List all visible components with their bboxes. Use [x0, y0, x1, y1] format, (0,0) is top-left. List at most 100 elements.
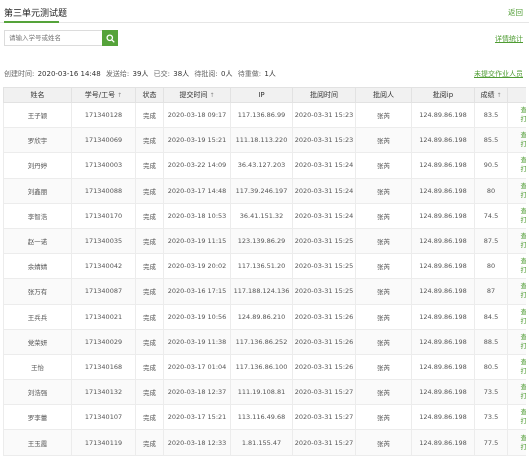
col-review-time: 批阅时间: [292, 87, 356, 103]
redo-link[interactable]: 打回: [509, 317, 527, 326]
reviewer-cell: 张芮: [355, 404, 412, 431]
view-link[interactable]: 查看: [509, 383, 527, 392]
redo-link[interactable]: 打回: [509, 115, 527, 124]
id-cell: 171340132: [71, 379, 136, 406]
ip-cell: 117.136.86.252: [230, 328, 293, 355]
col-submit-time-label: 提交时间: [179, 91, 208, 99]
unsubmitted-link[interactable]: 未提交作业人员: [474, 69, 523, 79]
sort-arrow-icon[interactable]: ↑: [117, 92, 122, 99]
score-cell: 80: [474, 253, 508, 280]
col-score[interactable]: 成绩 ↑: [474, 87, 508, 103]
redo-link[interactable]: 打回: [509, 140, 527, 149]
reviewer-cell: 张芮: [355, 328, 412, 355]
score-cell: 83.5: [474, 101, 508, 129]
detail-stats-link[interactable]: 详情统计: [495, 34, 523, 44]
table-body: 王子颖 171340128 完成 2020-03-18 09:17 117.136.86…: [3, 101, 527, 456]
review-time-cell: 2020-03-31 15:26: [292, 303, 356, 330]
col-status-label: 状态: [142, 91, 157, 99]
review-ip-cell: 124.89.86.198: [411, 177, 475, 204]
sent-label: 发送给:: [105, 70, 130, 78]
back-link[interactable]: 返回: [508, 7, 523, 18]
redo-link[interactable]: 打回: [509, 266, 527, 275]
view-link[interactable]: 查看: [509, 434, 527, 443]
status-cell: 完成: [135, 429, 164, 456]
col-score-label: 成绩: [480, 91, 495, 99]
table-row: 王兵兵 171340021 完成 2020-03-19 10:56 124.89.86.…: [3, 303, 527, 330]
name-cell: 罗欣宇: [3, 127, 72, 154]
search-bar: [4, 30, 118, 46]
redo-link[interactable]: 打回: [509, 165, 527, 174]
redo-link[interactable]: 打回: [509, 443, 527, 452]
score-cell: 85.5: [474, 127, 508, 154]
name-cell: 罗李蕾: [3, 404, 72, 431]
redo-link[interactable]: 打回: [509, 367, 527, 376]
view-link[interactable]: 查看: [509, 257, 527, 266]
view-link[interactable]: 查看: [509, 232, 527, 241]
score-cell: 87.5: [474, 227, 508, 255]
redo-link[interactable]: 打回: [509, 216, 527, 225]
view-link[interactable]: 查看: [509, 408, 527, 417]
table-row: 赵一诺 171340035 完成 2020-03-19 11:15 123.139.86…: [3, 227, 527, 255]
redo-link[interactable]: 打回: [509, 342, 527, 351]
actions-cell: 查看打回: [507, 253, 527, 280]
status-cell: 完成: [135, 404, 164, 431]
review-time-cell: 2020-03-31 15:26: [292, 353, 356, 381]
review-time-cell: 2020-03-31 15:27: [292, 379, 356, 406]
redo-link[interactable]: 打回: [509, 241, 527, 250]
name-cell: 李智浩: [3, 202, 72, 229]
submit-time-cell: 2020-03-17 14:48: [163, 177, 231, 204]
id-cell: 171340021: [71, 303, 136, 330]
id-cell: 171340035: [71, 227, 136, 255]
view-link[interactable]: 查看: [509, 358, 527, 367]
view-link[interactable]: 查看: [509, 106, 527, 115]
actions-cell: 查看打回: [507, 353, 527, 381]
actions-cell: 查看打回: [507, 303, 527, 330]
score-cell: 80.5: [474, 353, 508, 381]
table-row: 党荣妍 171340029 完成 2020-03-19 11:38 117.136.86…: [3, 328, 527, 355]
name-cell: 王兵兵: [3, 303, 72, 330]
reviewer-cell: 张芮: [355, 101, 412, 129]
created-value: 2020-03-16 14:48: [37, 70, 101, 78]
status-cell: 完成: [135, 379, 164, 406]
redo-link[interactable]: 打回: [509, 392, 527, 401]
submissions-table-wrap: 姓名 学号/工号 ↑ 状态 提交时间 ↑ IP 批阅时间 批阅人 批阅ip 成绩 ↑ …: [3, 87, 526, 472]
actions-cell: 查看打回: [507, 177, 527, 204]
sort-arrow-icon[interactable]: ↑: [209, 92, 214, 99]
redo-link[interactable]: 打回: [509, 191, 527, 200]
col-status: 状态: [135, 87, 164, 103]
view-link[interactable]: 查看: [509, 308, 527, 317]
name-cell: 刘鑫丽: [3, 177, 72, 204]
review-ip-cell: 124.89.86.198: [411, 202, 475, 229]
table-header-row: 姓名 学号/工号 ↑ 状态 提交时间 ↑ IP 批阅时间 批阅人 批阅ip 成绩 ↑: [3, 87, 526, 103]
view-link[interactable]: 查看: [509, 207, 527, 216]
redo-link[interactable]: 打回: [509, 417, 527, 426]
actions-cell: 查看打回: [507, 152, 527, 179]
id-cell: 171340107: [71, 404, 136, 431]
table-row: 罗李蕾 171340107 完成 2020-03-17 15:21 113.116.49…: [3, 404, 527, 431]
review-ip-cell: 124.89.86.198: [411, 328, 475, 355]
status-cell: 完成: [135, 127, 164, 154]
col-id[interactable]: 学号/工号 ↑: [71, 87, 136, 103]
review-time-cell: 2020-03-31 15:27: [292, 429, 356, 456]
redo-link[interactable]: 打回: [509, 291, 527, 300]
status-cell: 完成: [135, 177, 164, 204]
name-cell: 赵一诺: [3, 227, 72, 255]
redo-label: 待重做:: [237, 70, 262, 78]
ip-cell: 117.136.51.20: [230, 253, 293, 280]
ip-cell: 36.43.127.203: [230, 152, 293, 179]
submit-time-cell: 2020-03-18 10:53: [163, 202, 231, 229]
ip-cell: 117.188.124.136: [230, 278, 293, 305]
col-review-ip: 批阅ip: [411, 87, 475, 103]
status-cell: 完成: [135, 227, 164, 255]
submitted-value: 38人: [173, 70, 190, 78]
search-button[interactable]: [102, 30, 118, 46]
col-submit-time[interactable]: 提交时间 ↑: [163, 87, 231, 103]
sort-arrow-icon[interactable]: ↑: [496, 92, 501, 99]
view-link[interactable]: 查看: [509, 131, 527, 140]
name-cell: 王怡: [3, 353, 72, 381]
view-link[interactable]: 查看: [509, 182, 527, 191]
table-row: 李智浩 171340170 完成 2020-03-18 10:53 36.41.151.…: [3, 202, 527, 229]
view-link[interactable]: 查看: [509, 333, 527, 342]
review-ip-cell: 124.89.86.198: [411, 152, 475, 179]
search-input[interactable]: [4, 30, 102, 46]
